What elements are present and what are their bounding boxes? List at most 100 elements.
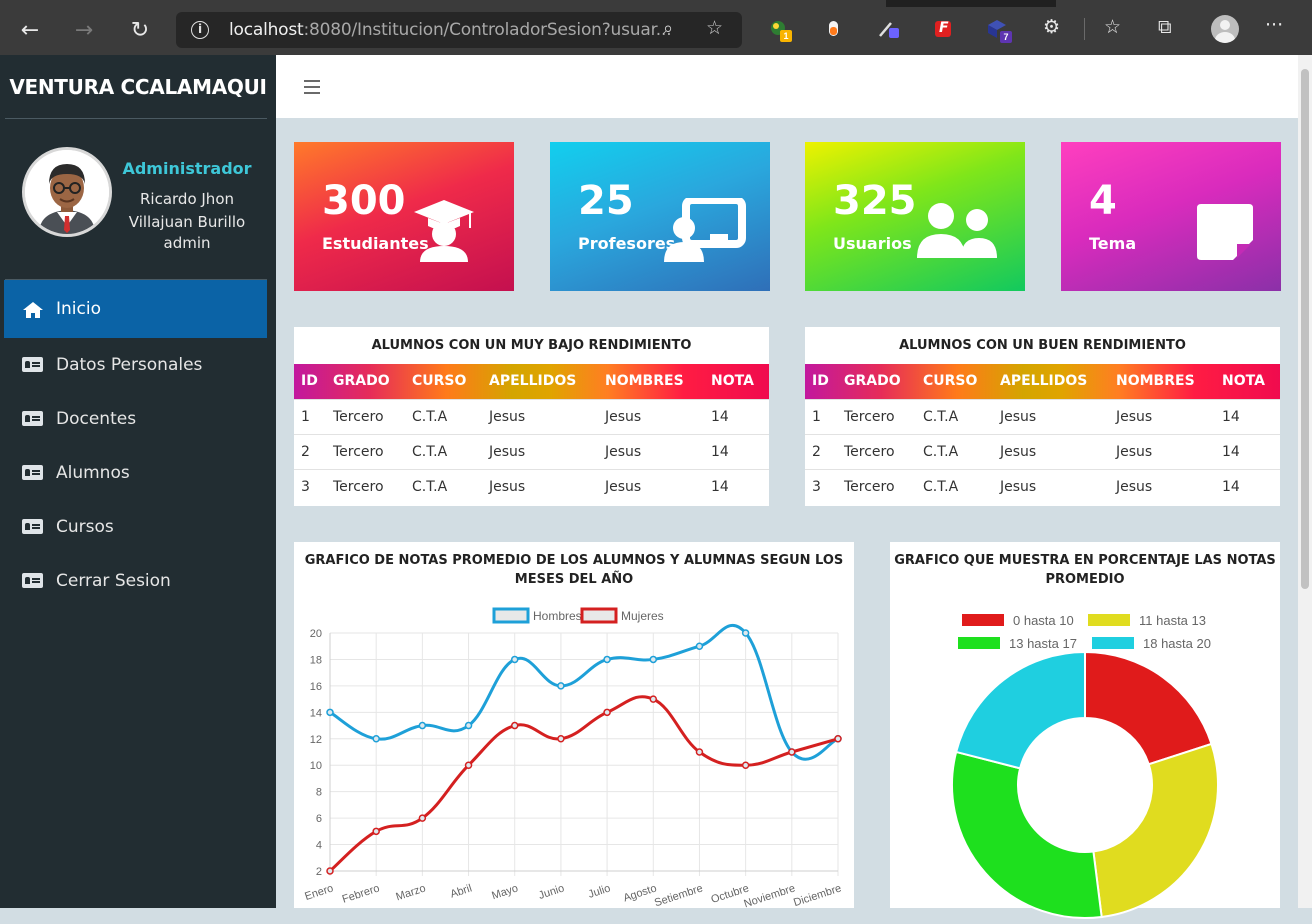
extension-capsule-icon[interactable] — [823, 18, 845, 40]
table-row[interactable]: 1 Tercero C.T.A Jesus Jesus 14 — [294, 398, 769, 434]
column-header[interactable]: NOTA — [704, 364, 769, 399]
stat-card-usuarios[interactable]: 325 Usuarios — [805, 142, 1025, 291]
browser-toolbar: ← → ↻ i localhost:8080/Institucion/Contr… — [0, 0, 1312, 55]
stat-card-profesores[interactable]: 25 Profesores — [550, 142, 770, 291]
brand-title[interactable]: VENTURA CCALAMAQUI — [0, 55, 276, 119]
column-header[interactable]: NOMBRES — [598, 364, 704, 399]
extension-badge-2: 7 — [1000, 31, 1012, 43]
site-info-icon[interactable]: i — [191, 21, 209, 39]
stat-value: 25 — [578, 178, 634, 224]
table-row[interactable]: 3 Tercero C.T.A Jesus Jesus 14 — [805, 468, 1280, 504]
table-row[interactable]: 1 Tercero C.T.A Jesus Jesus 14 — [805, 398, 1280, 434]
x-tick-label: Abril — [449, 882, 474, 900]
profile-avatar-icon[interactable] — [1211, 15, 1239, 43]
legend-swatch — [958, 637, 1000, 649]
column-header[interactable]: APELLIDOS — [993, 364, 1109, 399]
sidebar-item-alumnos[interactable]: Alumnos — [4, 444, 267, 502]
data-point — [372, 735, 380, 743]
data-point — [326, 708, 334, 717]
extensions-puzzle-icon[interactable]: ⚙ — [1043, 16, 1060, 38]
id-card-icon — [22, 357, 44, 373]
active-tab[interactable] — [0, 0, 886, 7]
y-tick-label: 20 — [310, 628, 322, 640]
extension-f-letter: F — [939, 20, 949, 36]
column-header[interactable]: NOMBRES — [1109, 364, 1215, 399]
column-header[interactable]: GRADO — [326, 364, 405, 399]
data-point — [326, 867, 334, 875]
back-icon[interactable]: ← — [12, 12, 48, 48]
y-tick-label: 8 — [316, 787, 322, 799]
x-tick-label: Diciembre — [792, 882, 843, 909]
stat-value: 300 — [322, 178, 406, 224]
hamburger-menu-icon[interactable] — [304, 80, 320, 94]
cell: Jesus — [993, 398, 1109, 434]
cell: Jesus — [598, 398, 704, 434]
panel-title: GRAFICO QUE MUESTRA EN PORCENTAJE LAS NO… — [890, 542, 1280, 589]
stat-card-estudiantes[interactable]: 300 Estudiantes — [294, 142, 514, 291]
column-header[interactable]: CURSO — [916, 364, 993, 399]
donut-chart[interactable]: 0 hasta 10 11 hasta 13 13 hasta 17 18 hasta… — [890, 600, 1280, 924]
sidebar-item-datos-personales[interactable]: Datos Personales — [4, 336, 267, 394]
extension-globe-icon[interactable]: 1 — [768, 18, 792, 42]
legend-label: 13 hasta 17 — [1009, 636, 1077, 651]
column-header[interactable]: APELLIDOS — [482, 364, 598, 399]
favorite-star-icon[interactable]: ☆ — [706, 17, 723, 39]
cell: Jesus — [1109, 398, 1215, 434]
data-point — [603, 708, 611, 717]
user-name: Ricardo Jhon Villajuan Burillo — [112, 188, 262, 234]
reload-icon[interactable]: ↻ — [122, 12, 158, 48]
legend-swatch — [962, 614, 1004, 626]
stat-card-tema[interactable]: 4 Tema — [1061, 142, 1281, 291]
data-point — [834, 735, 842, 743]
column-header[interactable]: NOTA — [1215, 364, 1280, 399]
panel-title-line-2: PROMEDIO — [1045, 572, 1125, 587]
page-scrollbar[interactable] — [1298, 55, 1312, 908]
id-card-icon — [22, 465, 44, 481]
cell: 2 — [294, 433, 326, 469]
cell: 14 — [704, 433, 769, 469]
y-tick-label: 6 — [316, 813, 322, 825]
inactive-tab[interactable] — [1056, 0, 1312, 7]
table-row[interactable]: 2 Tercero C.T.A Jesus Jesus 14 — [805, 433, 1280, 469]
legend-label: 18 hasta 20 — [1143, 636, 1211, 651]
sidebar-item-cursos[interactable]: Cursos — [4, 498, 267, 556]
x-tick-label: Agosto — [622, 882, 658, 904]
cell: 14 — [704, 398, 769, 434]
line-chart[interactable]: Hombres Mujeres 2 4 6 8 10 12 14 16 18 20 Enero Febre… — [294, 600, 854, 924]
y-tick-label: 16 — [310, 681, 322, 693]
id-card-icon — [22, 411, 44, 427]
data-point — [372, 827, 380, 836]
column-header[interactable]: ID — [294, 364, 326, 399]
extension-f-icon[interactable]: F — [933, 18, 955, 40]
donut-slice — [951, 750, 1103, 919]
forward-icon[interactable]: → — [66, 12, 102, 48]
extension-pen-icon[interactable] — [878, 18, 900, 40]
more-menu-icon[interactable]: ··· — [1265, 14, 1283, 36]
cell: C.T.A — [405, 468, 482, 504]
id-card-icon — [22, 573, 44, 589]
user-name-last: Villajuan Burillo — [128, 213, 246, 231]
legend-item: 11 hasta 13 — [1088, 613, 1206, 628]
column-header[interactable]: GRADO — [837, 364, 916, 399]
column-header[interactable]: CURSO — [405, 364, 482, 399]
sidebar-item-label: Cursos — [56, 517, 114, 537]
sidebar-item-cerrar-sesion[interactable]: Cerrar Sesion — [4, 552, 267, 610]
url-text[interactable]: localhost:8080/Institucion/ControladorSe… — [229, 20, 672, 40]
zoom-icon[interactable]: ⌕ — [663, 18, 673, 39]
table-row[interactable]: 3 Tercero C.T.A Jesus Jesus 14 — [294, 468, 769, 504]
sidebar-item-inicio[interactable]: Inicio — [4, 280, 267, 338]
column-header[interactable]: ID — [805, 364, 837, 399]
sidebar-item-label: Cerrar Sesion — [56, 571, 171, 591]
cell: C.T.A — [916, 468, 993, 504]
scrollbar-thumb[interactable] — [1301, 69, 1309, 589]
cell: Tercero — [837, 468, 916, 504]
cell: Jesus — [598, 468, 704, 504]
x-tick-label: Febrero — [341, 882, 381, 905]
extension-cube-icon[interactable]: 7 — [987, 18, 1012, 43]
address-bar[interactable]: i localhost:8080/Institucion/Controlador… — [176, 12, 742, 48]
table-row[interactable]: 2 Tercero C.T.A Jesus Jesus 14 — [294, 433, 769, 469]
sidebar-item-docentes[interactable]: Docentes — [4, 390, 267, 448]
data-point — [741, 761, 750, 769]
favorites-icon[interactable]: ☆ — [1104, 16, 1121, 38]
collections-icon[interactable]: ⧉ — [1158, 16, 1172, 38]
